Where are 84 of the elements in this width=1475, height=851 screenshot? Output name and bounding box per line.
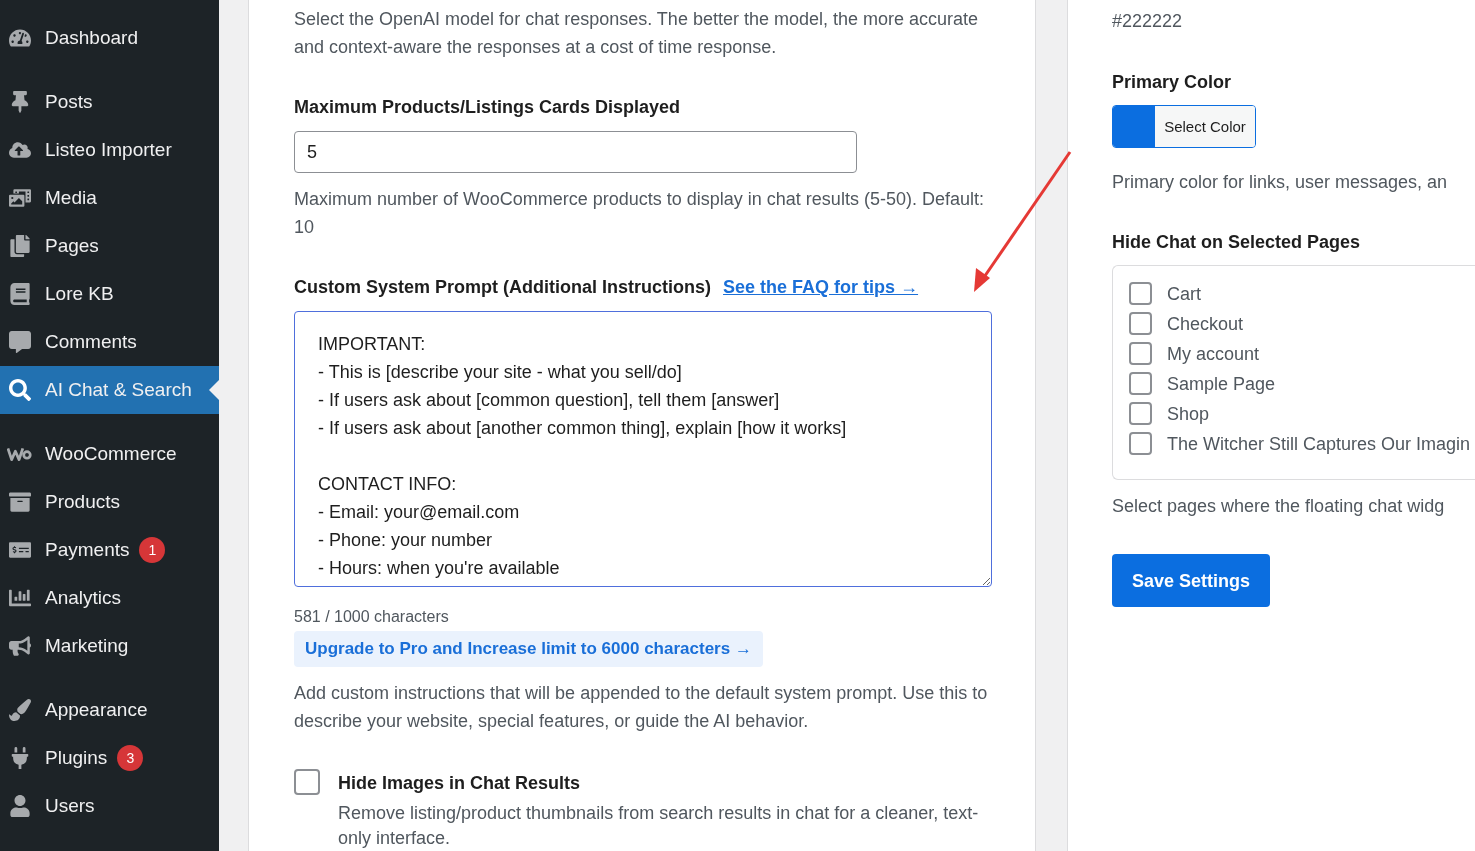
checkbox[interactable] <box>1129 432 1152 455</box>
help-text: Remove listing/product thumbnails from search results in chat for a cleaner, text-only interface. <box>338 802 980 850</box>
sidebar-item[interactable]: Users <box>0 782 219 830</box>
checkbox[interactable] <box>1129 372 1152 395</box>
save-settings-button[interactable]: Save Settings <box>1112 554 1270 607</box>
checkbox[interactable] <box>1129 402 1152 425</box>
sidebar-item[interactable]: Products <box>0 478 219 526</box>
sidebar-label: Plugins <box>45 745 108 770</box>
checkbox[interactable] <box>294 769 320 795</box>
sidebar-label: Comments <box>45 329 137 354</box>
sidebar-label: Listeo Importer <box>45 137 172 162</box>
pages-icon <box>9 235 31 257</box>
page-label: Checkout <box>1167 312 1244 336</box>
sidebar-label: Appearance <box>45 697 148 722</box>
upgrade-link[interactable]: Upgrade to Pro and Increase limit to 6000 characters → <box>294 631 763 667</box>
sidebar-item[interactable]: Analytics <box>0 574 219 622</box>
sidebar-label: Marketing <box>45 633 129 658</box>
sidebar-label: Lore KB <box>45 281 114 306</box>
field-label: Hide Chat on Selected Pages <box>1112 231 1362 254</box>
page-label: The Witcher Still Captures Our Imagin <box>1167 432 1471 456</box>
media-icon <box>9 187 31 209</box>
speech-bubble-icon <box>9 331 31 353</box>
dashboard-gauge-icon <box>9 27 31 49</box>
sidebar-item[interactable]: Comments <box>0 318 219 366</box>
count-badge: 1 <box>139 537 166 563</box>
color-picker[interactable]: Select Color <box>1112 105 1256 148</box>
sidebar-label: Pages <box>45 233 99 258</box>
sidebar-item[interactable]: AI Chat & Search <box>0 366 219 414</box>
page-label: Sample Page <box>1167 372 1276 396</box>
sidebar-label: Dashboard <box>45 25 138 50</box>
field-label: Custom System Prompt (Additional Instructions) <box>294 276 712 299</box>
sidebar-item[interactable]: Plugins 3 <box>0 734 219 782</box>
checkbox[interactable] <box>1129 342 1152 365</box>
sidebar-item[interactable]: Listeo Importer <box>0 126 219 174</box>
pin-icon <box>9 91 31 113</box>
input-field[interactable]: 5 <box>294 131 857 173</box>
sidebar-item[interactable]: Marketing <box>0 622 219 670</box>
woo-logo-icon <box>7 446 33 462</box>
page-label: Shop <box>1167 402 1210 426</box>
sidebar-label: AI Chat & Search <box>45 377 192 402</box>
field-label: Primary Color <box>1112 71 1233 94</box>
cloud-upload-icon <box>9 139 31 161</box>
bar-chart-icon <box>9 587 31 609</box>
megaphone-icon <box>9 635 31 657</box>
sidebar-item[interactable]: Appearance <box>0 686 219 734</box>
count-badge: 3 <box>117 745 144 771</box>
sidebar-item[interactable]: Lore KB <box>0 270 219 318</box>
page-label: Cart <box>1167 282 1201 306</box>
sidebar-label: Payments <box>45 537 130 562</box>
sidebar-item[interactable]: Pages <box>0 222 219 270</box>
book-icon <box>9 283 31 305</box>
search-icon <box>9 379 31 401</box>
model-description: Select the OpenAI model for chat responses. The better the model, the more accurate and context-aware the responses at a cost of time response. <box>294 8 980 59</box>
sidebar-item[interactable]: WooCommerce <box>0 430 219 478</box>
sidebar-label: Users <box>45 793 95 818</box>
sidebar-item[interactable]: Dashboard <box>0 14 219 62</box>
checkbox[interactable] <box>1129 282 1152 305</box>
current-pointer-icon <box>209 380 219 400</box>
plug-icon <box>9 747 31 769</box>
checkbox[interactable] <box>1129 312 1152 335</box>
sidebar-item[interactable]: Payments 1 <box>0 526 219 574</box>
sidebar-label: Posts <box>45 89 93 114</box>
sidebar-label: Products <box>45 489 120 514</box>
sidebar-item[interactable]: Media <box>0 174 219 222</box>
sidebar-label: Analytics <box>45 585 122 610</box>
help-text: Primary color for links, user messages, an <box>1112 171 1449 194</box>
sidebar-item[interactable]: Posts <box>0 78 219 126</box>
help-text: Select pages where the floating chat widg <box>1112 495 1446 518</box>
dollar-card-icon <box>9 539 31 561</box>
checkbox-label: Hide Images in Chat Results <box>338 772 582 795</box>
paintbrush-icon <box>9 699 31 721</box>
user-icon <box>9 795 31 817</box>
faq-link[interactable]: See the FAQ for tips → <box>723 273 919 301</box>
prompt-textarea[interactable]: IMPORTANT: - This is [describe your site - what you sell/do] - If users ask about [common question], tell them [answer] - If users ask about [another common thing], explain [how it works] CONTACT INFO: - Email: your@email.com - Phone: your number - Hours: when you're available <box>294 311 992 587</box>
archive-box-icon <box>9 491 31 513</box>
sidebar-label: WooCommerce <box>45 441 177 466</box>
page-label: My account <box>1167 342 1260 366</box>
help-text: Maximum number of WooCommerce products to display in chat results (5-50). Default: 10 <box>294 188 984 239</box>
character-counter: 581 / 1000 characters <box>294 607 450 627</box>
select-color-button[interactable]: Select Color <box>1155 106 1255 147</box>
help-text: Add custom instructions that will be appended to the default system prompt. Use this to describe your website, special features, or guide the AI behavior. <box>294 682 989 733</box>
field-label: Maximum Products/Listings Cards Displayed <box>294 96 682 119</box>
sidebar-label: Media <box>45 185 97 210</box>
color-value: #222222 <box>1112 10 1184 33</box>
